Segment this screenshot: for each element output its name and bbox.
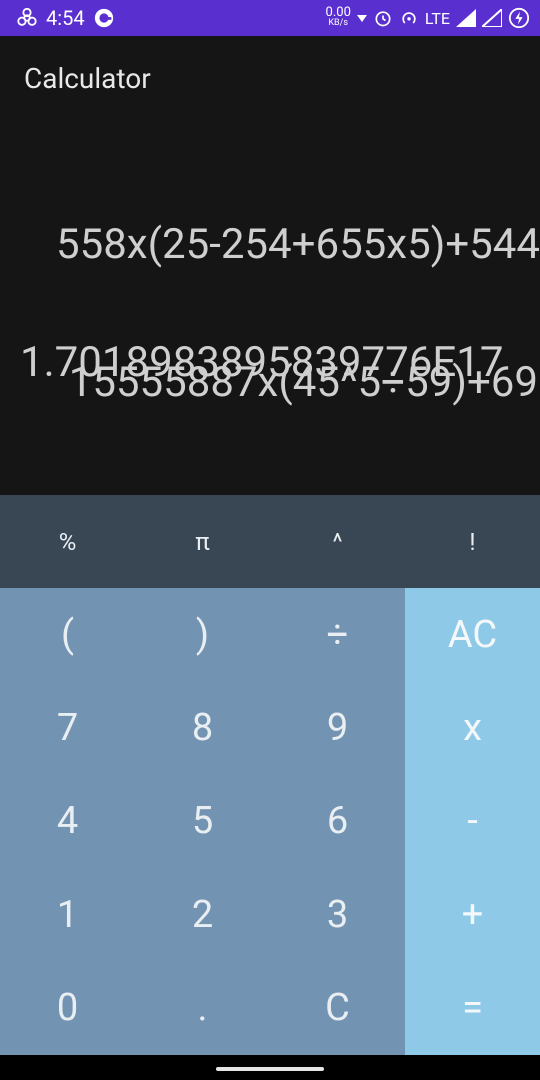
percent-button[interactable]: %: [0, 495, 135, 588]
result-display: 1.7018983895839776E17: [20, 338, 504, 387]
signal-no-data-icon: [482, 9, 502, 27]
digit-1-button[interactable]: 1: [0, 868, 135, 961]
digit-9-button[interactable]: 9: [270, 681, 405, 774]
hotspot-icon: [399, 8, 419, 28]
decimal-button[interactable]: .: [135, 962, 270, 1055]
status-time: 4:54: [46, 6, 85, 30]
all-clear-button[interactable]: AC: [405, 588, 540, 681]
digit-8-button[interactable]: 8: [135, 681, 270, 774]
plus-button[interactable]: +: [405, 868, 540, 961]
pi-button[interactable]: π: [135, 495, 270, 588]
app-title: Calculator: [24, 62, 151, 95]
close-paren-button[interactable]: ): [135, 588, 270, 681]
digit-2-button[interactable]: 2: [135, 868, 270, 961]
home-gesture-handle[interactable]: [216, 1067, 324, 1071]
factorial-button[interactable]: !: [405, 495, 540, 588]
digit-6-button[interactable]: 6: [270, 775, 405, 868]
open-paren-button[interactable]: (: [0, 588, 135, 681]
expression-display[interactable]: 558x(25-254+655x5)+544 15555887x(45^5÷59…: [0, 130, 540, 452]
scientific-row: % π ^ !: [0, 495, 540, 588]
power-button[interactable]: ^: [270, 495, 405, 588]
status-bar: 4:54 0.00 KB/s LTE: [0, 0, 540, 36]
clear-button[interactable]: C: [270, 962, 405, 1055]
network-type: LTE: [424, 8, 450, 28]
alarm-icon: [373, 8, 393, 28]
vpn-icon: [93, 7, 115, 29]
digit-7-button[interactable]: 7: [0, 681, 135, 774]
signal-icon: [456, 9, 476, 27]
battery-saver-icon: [508, 7, 530, 29]
divide-button[interactable]: ÷: [270, 588, 405, 681]
biohazard-icon: [16, 7, 38, 29]
data-arrow-icon: [356, 13, 367, 23]
network-speed: 0.00 KB/s: [325, 5, 351, 28]
number-pad: ( ) ÷ 7 8 9 4 5 6 1 2 3 0 . C: [0, 588, 405, 1055]
digit-5-button[interactable]: 5: [135, 775, 270, 868]
operator-pad: AC x - + =: [405, 588, 540, 1055]
minus-button[interactable]: -: [405, 775, 540, 868]
multiply-button[interactable]: x: [405, 681, 540, 774]
expression-line-1: 558x(25-254+655x5)+544: [55, 220, 540, 269]
digit-4-button[interactable]: 4: [0, 775, 135, 868]
digit-3-button[interactable]: 3: [270, 868, 405, 961]
digit-0-button[interactable]: 0: [0, 962, 135, 1055]
equals-button[interactable]: =: [405, 962, 540, 1055]
